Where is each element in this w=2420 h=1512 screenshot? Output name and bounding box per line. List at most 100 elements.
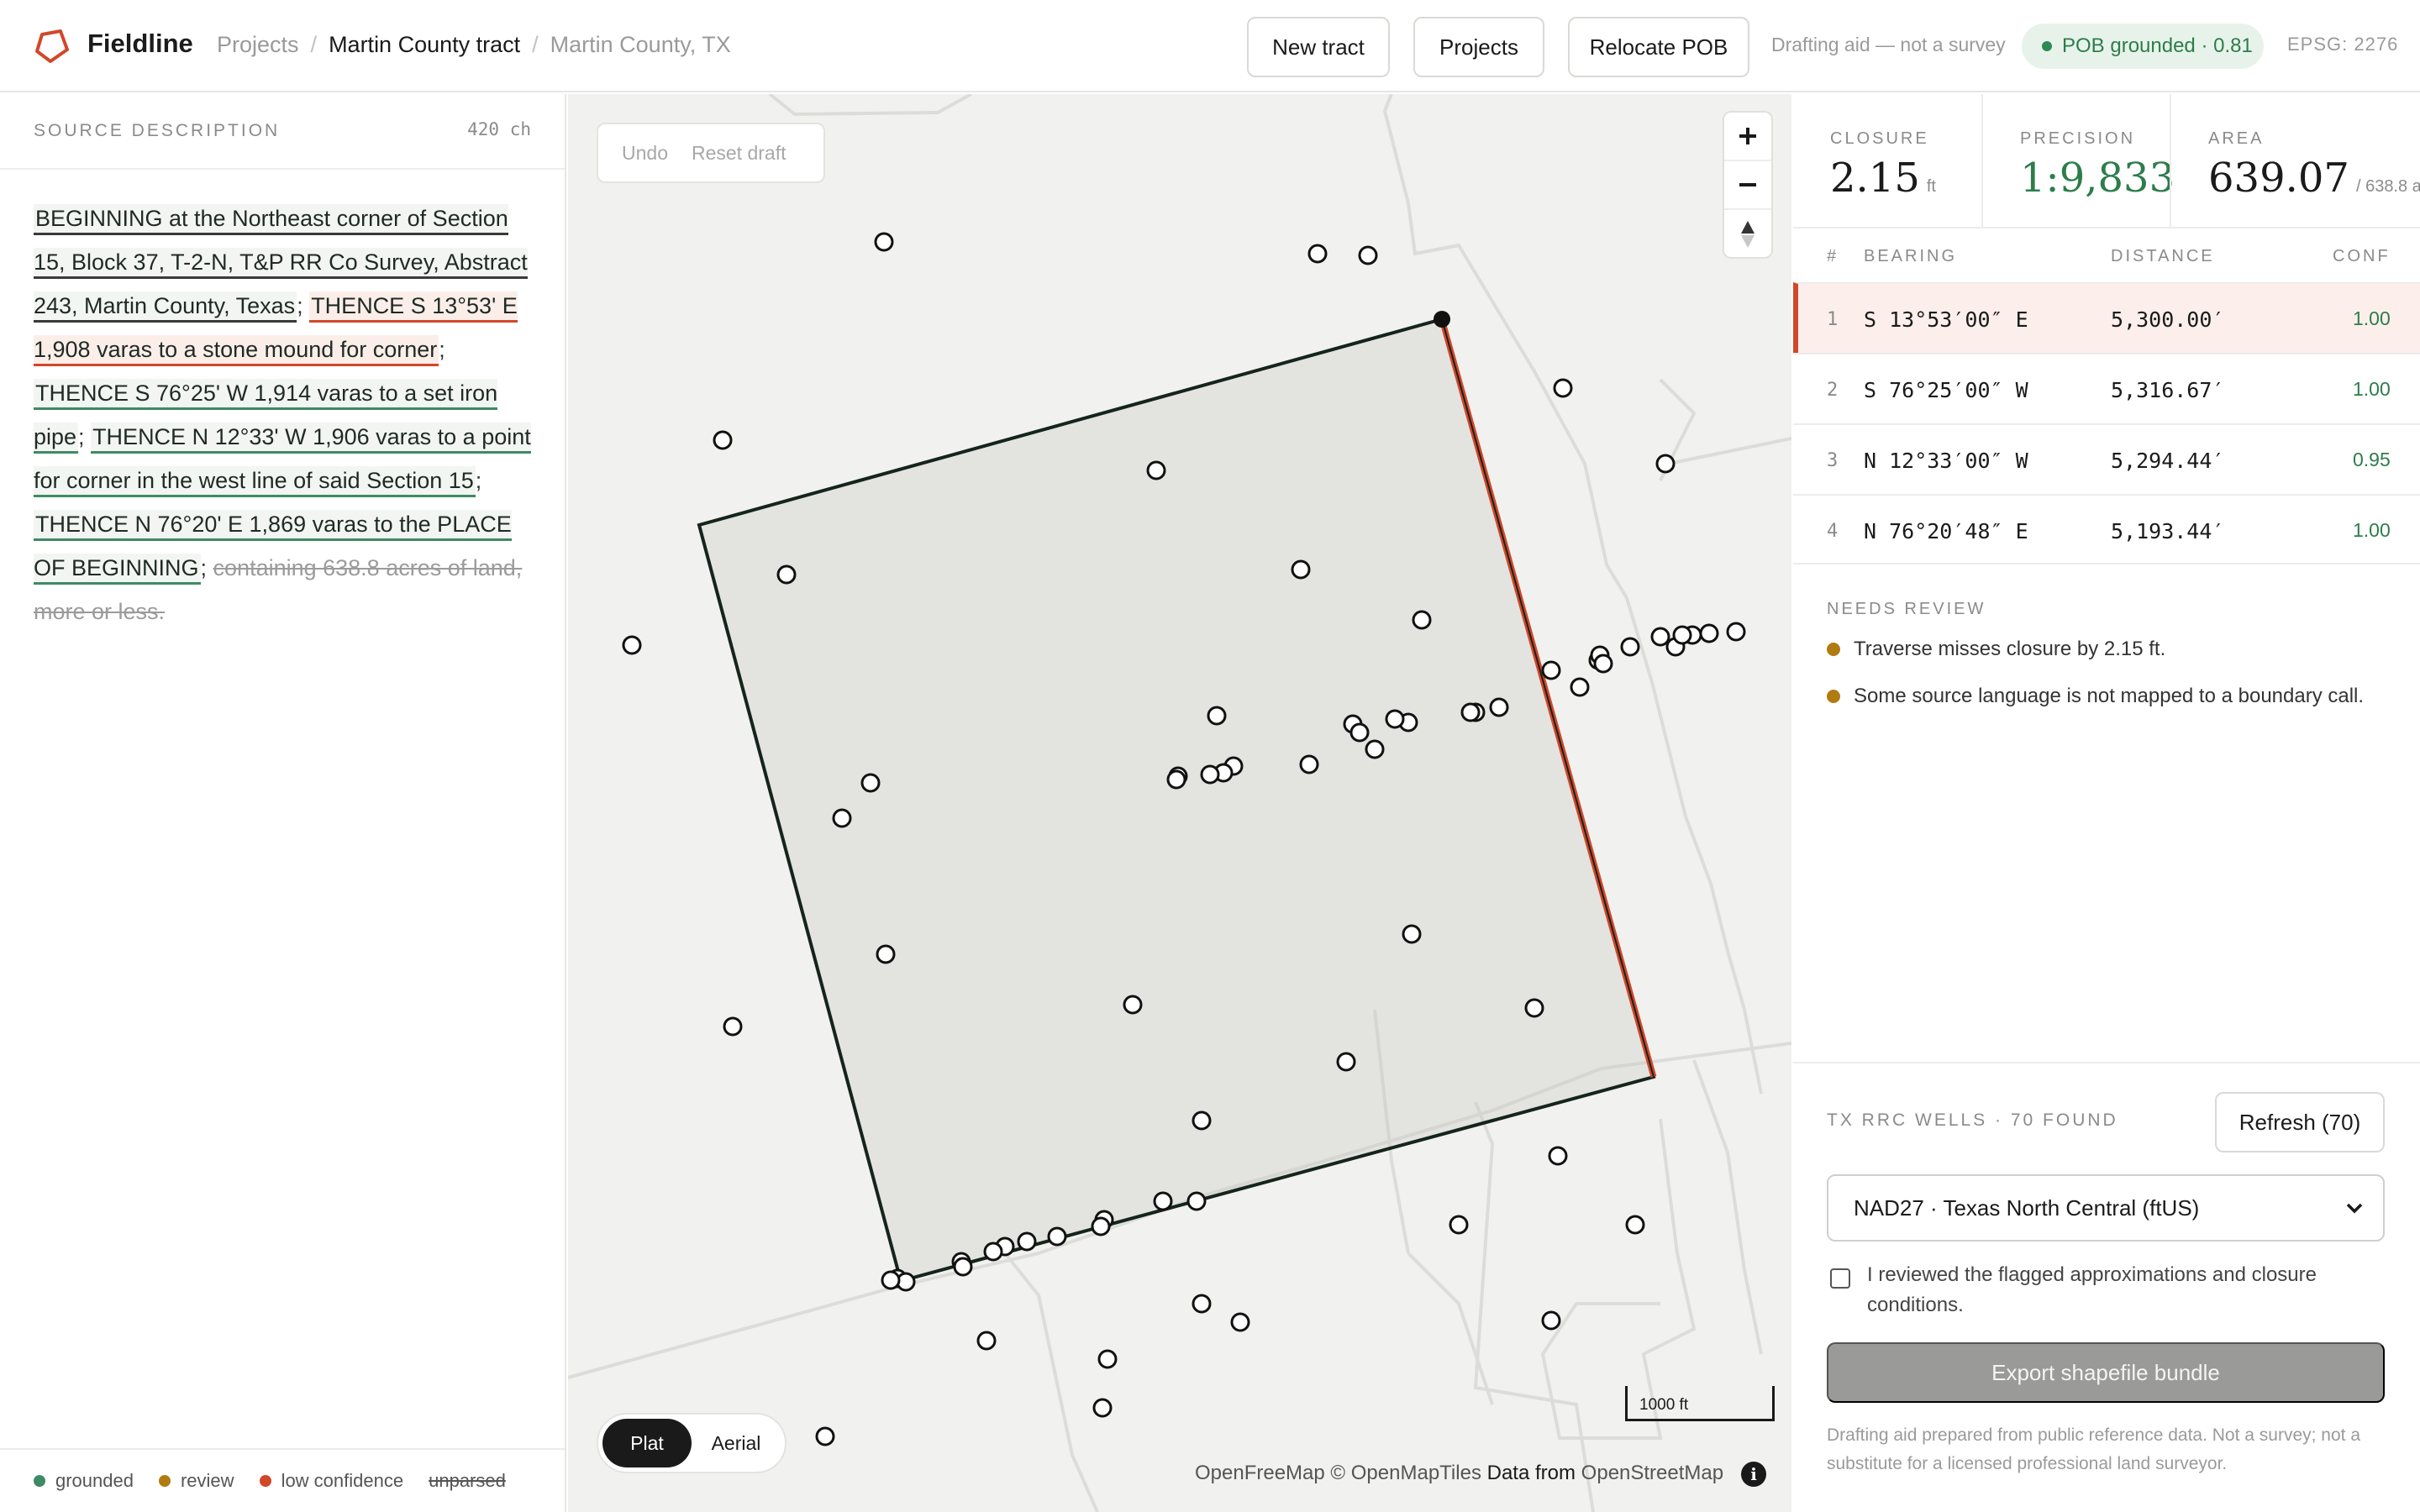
well-marker[interactable]	[1307, 244, 1328, 264]
well-marker[interactable]	[1336, 1052, 1356, 1072]
well-marker[interactable]	[1146, 460, 1166, 480]
precision-value: 1:9,833	[2020, 155, 2175, 202]
map-canvas[interactable]: Undo Reset draft Plat Aerial 1000 ft Ope…	[568, 94, 1791, 1512]
undo-button[interactable]: Undo	[622, 142, 668, 165]
draft-controls: Undo Reset draft	[597, 123, 825, 183]
well-marker[interactable]	[1097, 1349, 1118, 1369]
reset-north-button[interactable]	[1724, 210, 1771, 259]
well-marker[interactable]	[1541, 660, 1561, 680]
well-marker[interactable]	[953, 1257, 973, 1277]
well-marker[interactable]	[1625, 1215, 1645, 1235]
well-marker[interactable]	[1699, 623, 1719, 643]
well-marker[interactable]	[1192, 1294, 1212, 1314]
well-marker[interactable]	[622, 635, 642, 655]
analysis-panel: CLOSURE 2.15 ft PRECISION 1:9,833 AREA 63…	[1793, 94, 2420, 1512]
well-marker[interactable]	[1412, 610, 1432, 630]
zoom-out-button[interactable]	[1724, 161, 1771, 210]
well-marker[interactable]	[1726, 622, 1746, 642]
call-row[interactable]: 3 N 12°33′00″ W 5,294.44′ 0.95	[1793, 423, 2420, 494]
info-icon[interactable]: i	[1741, 1462, 1766, 1487]
area-label: AREA	[2208, 129, 2265, 148]
call-index: 1	[1827, 309, 1839, 330]
well-marker[interactable]	[1291, 559, 1311, 580]
well-marker[interactable]	[1553, 378, 1573, 398]
calls-table-header: # BEARING DISTANCE CONF	[1793, 230, 2420, 282]
well-marker[interactable]	[1650, 627, 1670, 647]
well-marker[interactable]	[1200, 764, 1220, 785]
zoom-in-button[interactable]	[1724, 113, 1771, 161]
well-marker[interactable]	[860, 773, 881, 793]
well-marker[interactable]	[713, 430, 733, 450]
well-marker[interactable]	[1541, 1310, 1561, 1331]
well-marker[interactable]	[876, 944, 896, 964]
well-marker[interactable]	[1570, 677, 1590, 697]
reset-draft-button[interactable]: Reset draft	[692, 142, 786, 165]
well-marker[interactable]	[1548, 1146, 1568, 1166]
tract-layer[interactable]	[697, 311, 1657, 1284]
well-marker[interactable]	[1186, 1191, 1207, 1211]
well-marker[interactable]	[1385, 709, 1405, 729]
well-marker[interactable]	[1207, 706, 1227, 726]
well-marker[interactable]	[976, 1331, 997, 1351]
col-bearing: BEARING	[1864, 247, 1958, 265]
crs-select[interactable]: NAD27 · Texas North Central (ftUS)	[1827, 1174, 2385, 1242]
plat-map[interactable]	[568, 94, 1791, 1512]
review-checkbox-label[interactable]: I reviewed the flagged approximations an…	[1867, 1260, 2381, 1320]
well-marker[interactable]	[1299, 754, 1319, 774]
attribution-osm[interactable]: OpenStreetMap	[1581, 1462, 1723, 1484]
well-marker[interactable]	[1655, 454, 1676, 474]
traverse-stats: CLOSURE 2.15 ft PRECISION 1:9,833 AREA 63…	[1793, 94, 2420, 228]
well-marker[interactable]	[1672, 625, 1692, 645]
well-marker[interactable]	[881, 1270, 901, 1290]
well-marker[interactable]	[1192, 1110, 1212, 1131]
source-segment-call-3[interactable]: THENCE N 12°33' W 1,906 varas to a point…	[34, 423, 531, 497]
well-marker[interactable]	[1092, 1398, 1113, 1418]
attribution-data-from: Data from	[1486, 1462, 1576, 1484]
well-marker[interactable]	[1402, 924, 1422, 944]
well-marker[interactable]	[1358, 245, 1378, 265]
drafting-note: Drafting aid — not a survey	[1771, 34, 2006, 55]
well-marker[interactable]	[1489, 697, 1509, 717]
well-marker[interactable]	[1460, 702, 1481, 722]
well-marker[interactable]	[1230, 1312, 1250, 1332]
projects-button[interactable]: Projects	[1413, 17, 1544, 77]
call-row[interactable]: 1 S 13°53′00″ E 5,300.00′ 1.00	[1793, 282, 2420, 353]
crs-selected-value: NAD27 · Texas North Central (ftUS)	[1854, 1194, 2200, 1221]
well-marker[interactable]	[1153, 1191, 1173, 1211]
call-row[interactable]: 2 S 76°25′00″ W 5,316.67′ 1.00	[1793, 353, 2420, 423]
plat-mode-button[interactable]: Plat	[602, 1419, 692, 1467]
well-marker[interactable]	[723, 1016, 743, 1037]
relocate-pob-button[interactable]: Relocate POB	[1568, 17, 1749, 77]
attribution-openfreemap[interactable]: OpenFreeMap © OpenMapTiles	[1195, 1462, 1481, 1484]
call-row[interactable]: 4 N 76°20′48″ E 5,193.44′ 1.00	[1793, 494, 2420, 564]
tract-boundary[interactable]	[697, 317, 1656, 1284]
well-marker[interactable]	[832, 808, 852, 828]
wells-title: TX RRC WELLS · 70 FOUND	[1827, 1110, 2118, 1130]
pob-status-text: POB grounded · 0.81	[2062, 34, 2253, 57]
well-marker[interactable]	[1593, 654, 1613, 674]
well-marker[interactable]	[1123, 995, 1143, 1015]
refresh-wells-button[interactable]: Refresh (70)	[2215, 1092, 2385, 1152]
breadcrumb-projects[interactable]: Projects	[217, 32, 299, 57]
call-index: 4	[1827, 521, 1839, 542]
export-shapefile-button[interactable]: Export shapefile bundle	[1827, 1342, 2385, 1403]
well-marker[interactable]	[1349, 722, 1370, 743]
aerial-mode-button[interactable]: Aerial	[692, 1419, 781, 1467]
well-marker[interactable]	[1620, 637, 1640, 657]
well-marker[interactable]	[1449, 1215, 1469, 1235]
well-marker[interactable]	[1365, 739, 1385, 759]
well-marker[interactable]	[1047, 1226, 1067, 1247]
well-marker[interactable]	[983, 1242, 1003, 1262]
well-marker[interactable]	[874, 232, 894, 252]
well-marker[interactable]	[1524, 998, 1544, 1018]
col-index: #	[1827, 247, 1839, 265]
breadcrumb-tract[interactable]: Martin County tract	[329, 32, 520, 57]
review-checkbox[interactable]	[1830, 1268, 1850, 1289]
well-marker[interactable]	[815, 1426, 835, 1446]
well-marker[interactable]	[1017, 1231, 1037, 1252]
well-marker[interactable]	[1091, 1216, 1111, 1236]
well-marker[interactable]	[776, 564, 797, 585]
pob-marker[interactable]	[1434, 311, 1450, 328]
well-marker[interactable]	[1166, 769, 1186, 790]
new-tract-button[interactable]: New tract	[1247, 17, 1390, 77]
